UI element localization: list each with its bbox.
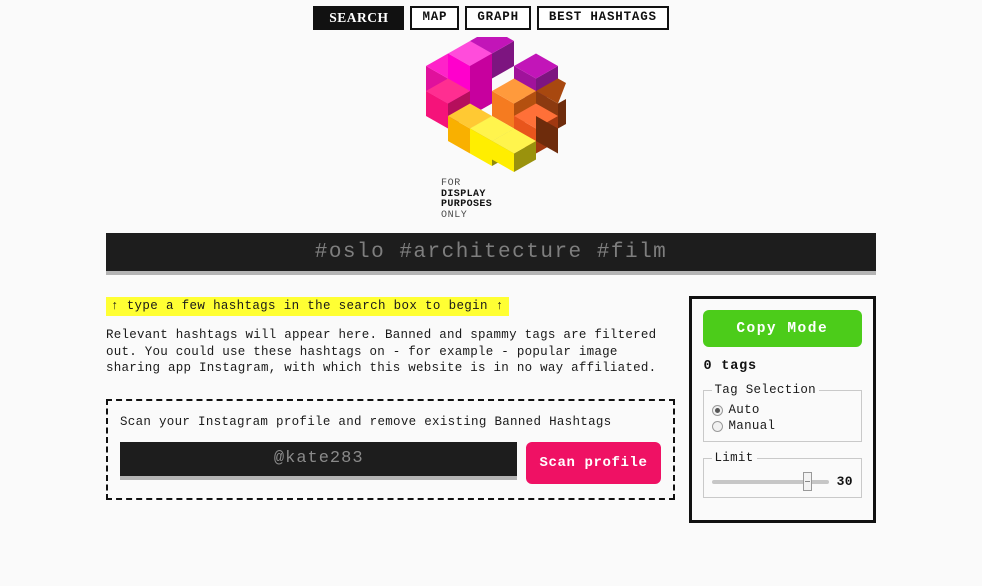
search-hint-banner: ↑ type a few hashtags in the search box … bbox=[106, 297, 509, 316]
tag-selection-group: Tag Selection Auto Manual bbox=[702, 383, 862, 442]
site-logo[interactable]: FOR DISPLAY PURPOSES ONLY bbox=[0, 37, 982, 221]
limit-slider-track[interactable] bbox=[711, 471, 829, 491]
radio-auto-label: Auto bbox=[728, 403, 760, 417]
radio-option-auto[interactable]: Auto bbox=[711, 403, 854, 417]
scan-input-row: Scan profile bbox=[120, 441, 661, 484]
results-description: Relevant hashtags will appear here. Bann… bbox=[106, 328, 657, 375]
options-panel: Copy Mode 0 tags Tag Selection Auto Manu… bbox=[688, 296, 876, 523]
limit-legend: Limit bbox=[714, 451, 754, 465]
radio-manual-icon[interactable] bbox=[711, 420, 723, 432]
limit-group: Limit 30 bbox=[702, 451, 862, 498]
isometric-hashtag-logo-icon bbox=[426, 37, 566, 172]
radio-auto-icon[interactable] bbox=[711, 404, 723, 416]
copy-mode-button[interactable]: Copy Mode bbox=[702, 310, 862, 347]
limit-value-label: 30 bbox=[836, 474, 853, 489]
limit-slider-row: 30 bbox=[711, 471, 854, 491]
scan-profile-button[interactable]: Scan profile bbox=[526, 441, 661, 484]
logo-line-purposes: PURPOSES bbox=[441, 199, 493, 210]
scan-panel-label: Scan your Instagram profile and remove e… bbox=[120, 414, 612, 429]
limit-slider-thumb[interactable] bbox=[802, 471, 812, 491]
options-column: Copy Mode 0 tags Tag Selection Auto Manu… bbox=[688, 296, 876, 523]
content-columns: ↑ type a few hashtags in the search box … bbox=[106, 296, 876, 523]
nav-item-search[interactable]: SEARCH bbox=[313, 5, 405, 30]
search-bar-container bbox=[106, 233, 876, 275]
tag-selection-legend: Tag Selection bbox=[714, 383, 816, 397]
main-nav: SEARCH MAP GRAPH BEST HASHTAGS bbox=[0, 0, 982, 30]
logo-line-for: FOR bbox=[441, 178, 461, 189]
radio-option-manual[interactable]: Manual bbox=[711, 419, 854, 433]
nav-item-map[interactable]: MAP bbox=[410, 5, 460, 30]
radio-manual-label: Manual bbox=[728, 419, 776, 433]
logo-wordmark: FOR DISPLAY PURPOSES ONLY bbox=[416, 178, 566, 221]
logo-line-only: ONLY bbox=[441, 209, 468, 221]
instagram-username-input[interactable] bbox=[120, 441, 518, 480]
tag-count-label: 0 tags bbox=[703, 359, 757, 374]
hashtag-search-input[interactable] bbox=[106, 233, 876, 275]
nav-item-best-hashtags[interactable]: BEST HASHTAGS bbox=[536, 5, 669, 30]
scan-profile-panel: Scan your Instagram profile and remove e… bbox=[106, 398, 675, 500]
nav-item-graph[interactable]: GRAPH bbox=[465, 5, 531, 30]
results-column: ↑ type a few hashtags in the search box … bbox=[106, 296, 675, 500]
